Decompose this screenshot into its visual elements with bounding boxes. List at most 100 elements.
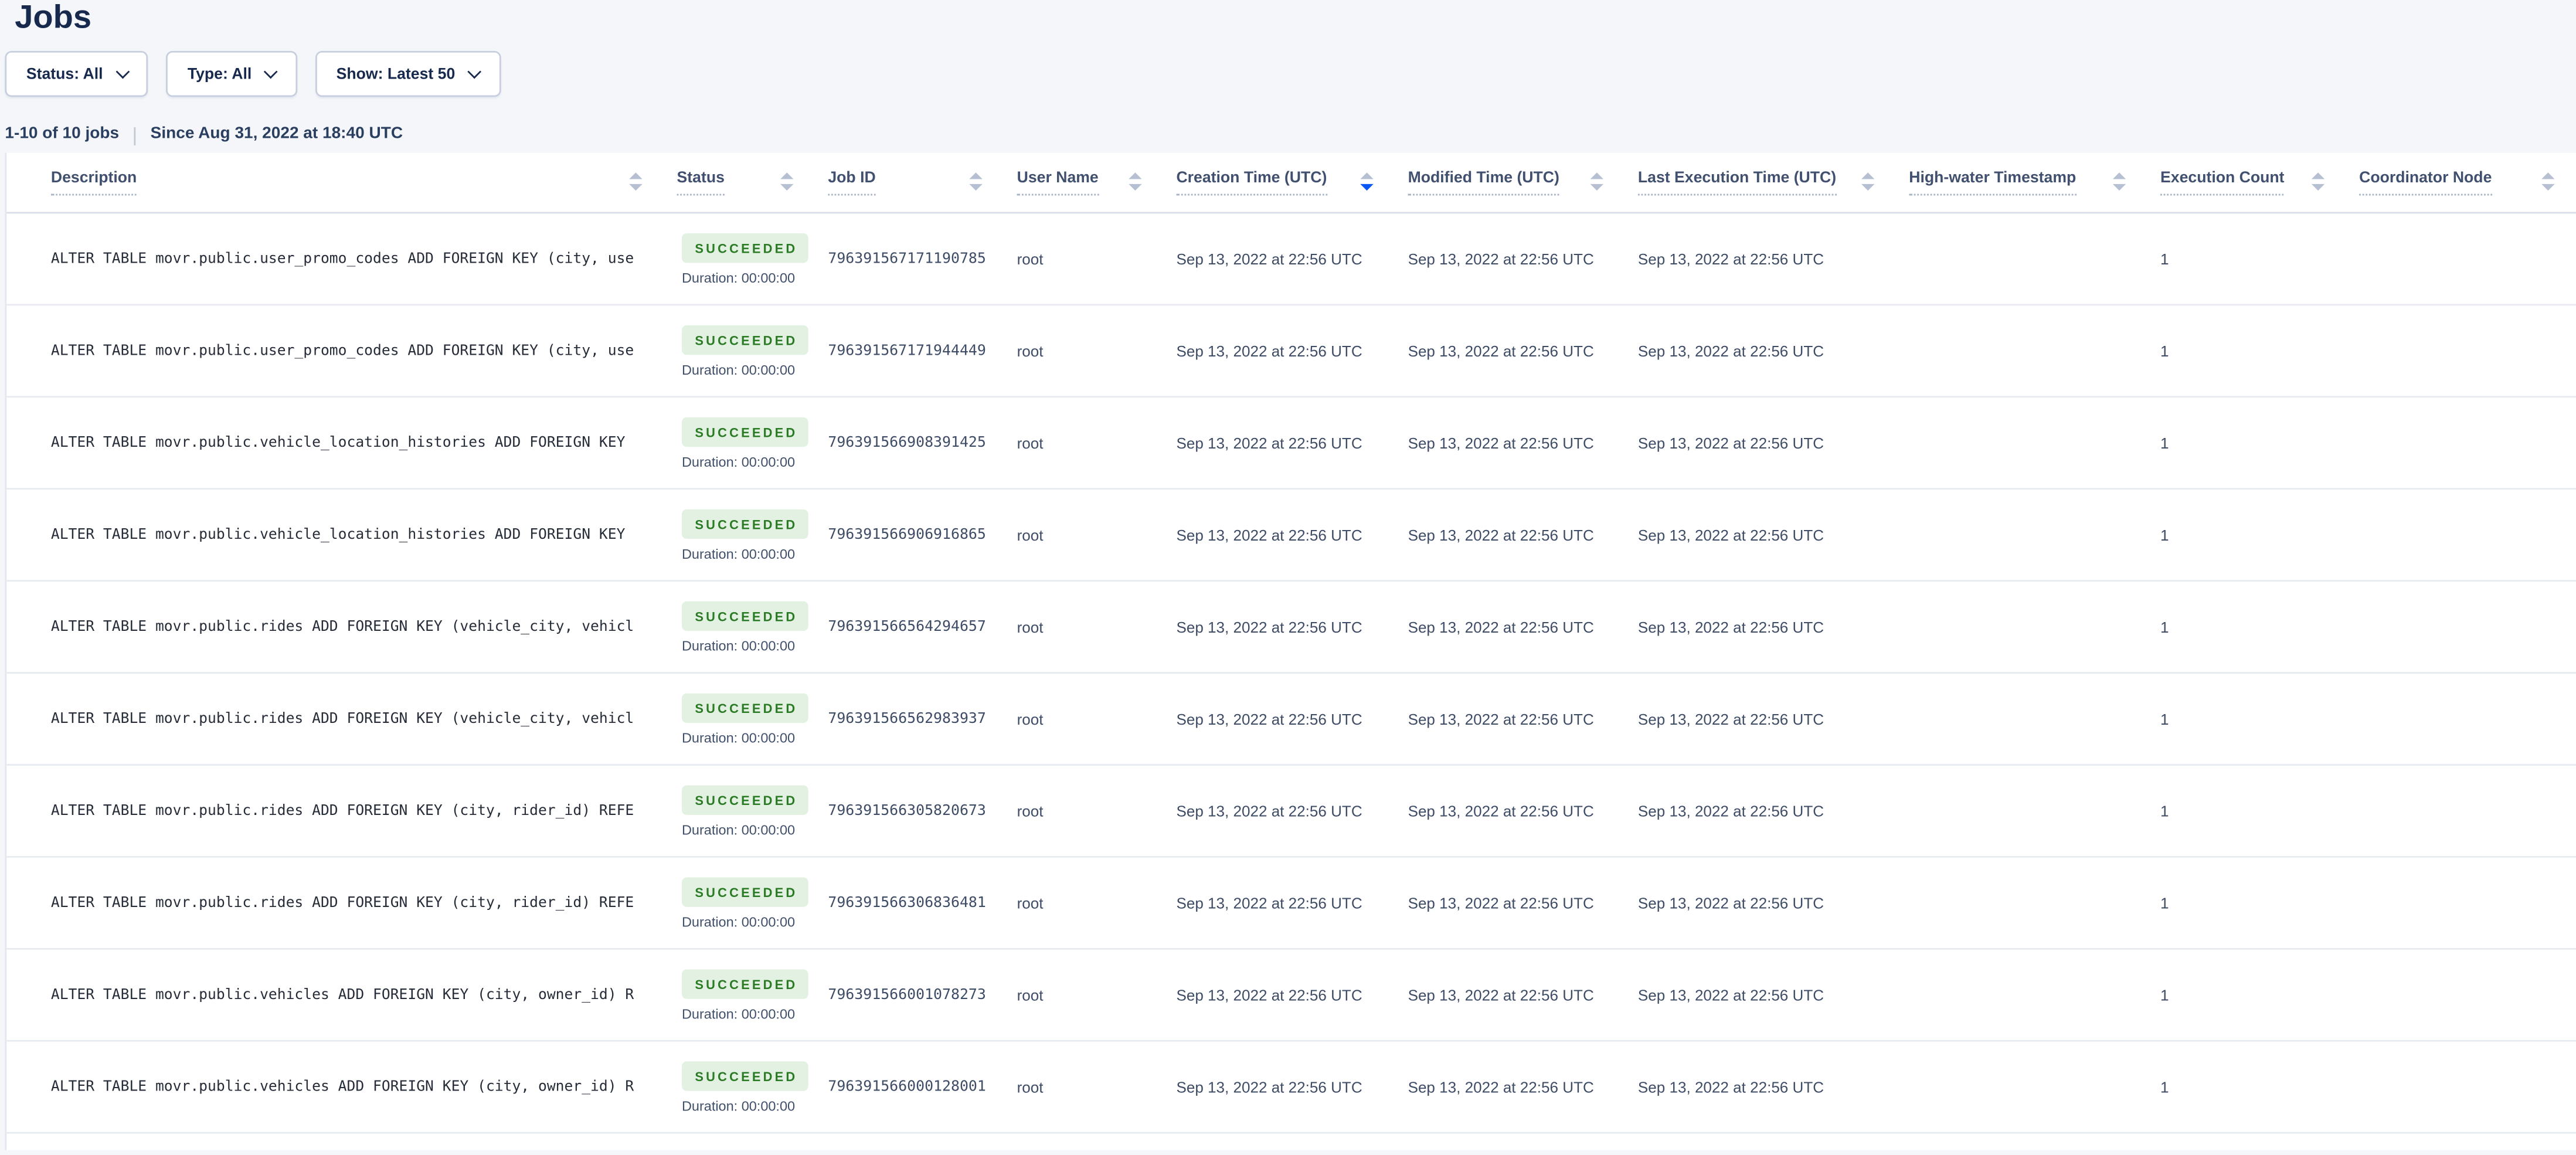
table-row[interactable]: ALTER TABLE movr.public.vehicles ADD FOR… bbox=[6, 950, 2576, 1042]
table-row[interactable]: ALTER TABLE movr.public.vehicle_location… bbox=[6, 398, 2576, 490]
table-row[interactable]: ALTER TABLE movr.public.user_promo_codes… bbox=[6, 305, 2576, 398]
column-header-high-water-timestamp[interactable]: High-water Timestamp bbox=[1904, 153, 2156, 212]
sort-asc-icon bbox=[629, 172, 642, 179]
sort-icons[interactable] bbox=[969, 172, 982, 191]
sort-desc-icon bbox=[1591, 184, 1603, 191]
execution-count-cell: 1 bbox=[2156, 342, 2354, 359]
jobs-page: Jobs Status: All Type: All Show: Latest … bbox=[0, 0, 2576, 1155]
sort-icons[interactable] bbox=[2312, 172, 2324, 191]
user-name-cell: root bbox=[1012, 895, 1171, 911]
column-header-modified-time[interactable]: Modified Time (UTC) bbox=[1403, 153, 1633, 212]
user-name-cell: root bbox=[1012, 711, 1171, 727]
user-name-cell: root bbox=[1012, 1079, 1171, 1095]
results-summary: 1-10 of 10 jobs | Since Aug 31, 2022 at … bbox=[5, 125, 2576, 143]
column-header-coordinator-node[interactable]: Coordinator Node bbox=[2354, 153, 2576, 212]
creation-time-cell: Sep 13, 2022 at 22:56 UTC bbox=[1171, 434, 1403, 451]
sort-asc-icon bbox=[1129, 172, 1141, 179]
filter-bar: Status: All Type: All Show: Latest 50 bbox=[5, 51, 2576, 97]
job-status-cell: SUCCEEDED Duration: 00:00:00 bbox=[672, 969, 823, 1021]
job-description-cell: ALTER TABLE movr.public.user_promo_codes… bbox=[6, 250, 672, 268]
status-duration: Duration: 00:00:00 bbox=[682, 913, 823, 929]
status-badge: SUCCEEDED bbox=[682, 508, 809, 538]
table-row[interactable]: ALTER TABLE movr.public.vehicle_location… bbox=[6, 490, 2576, 582]
jobs-table-body: ALTER TABLE movr.public.user_promo_codes… bbox=[6, 213, 2576, 1133]
user-name-cell: root bbox=[1012, 250, 1171, 267]
execution-count-cell: 1 bbox=[2156, 250, 2354, 267]
sort-desc-icon bbox=[2541, 184, 2554, 191]
column-header-description[interactable]: Description bbox=[6, 153, 672, 212]
sort-asc-icon bbox=[2541, 172, 2554, 179]
summary-separator: | bbox=[132, 125, 137, 142]
execution-count-cell: 1 bbox=[2156, 711, 2354, 727]
job-description: ALTER TABLE movr.public.user_promo_codes… bbox=[51, 252, 634, 268]
table-row[interactable]: ALTER TABLE movr.public.rides ADD FOREIG… bbox=[6, 766, 2576, 858]
last-execution-time-cell: Sep 13, 2022 at 22:56 UTC bbox=[1633, 434, 1904, 451]
sort-desc-icon bbox=[780, 184, 793, 191]
status-duration: Duration: 00:00:00 bbox=[682, 637, 823, 653]
sort-icons[interactable] bbox=[2113, 172, 2126, 191]
sort-icons[interactable] bbox=[1360, 172, 1373, 191]
modified-time-cell: Sep 13, 2022 at 22:56 UTC bbox=[1403, 526, 1633, 543]
job-status-cell: SUCCEEDED Duration: 00:00:00 bbox=[672, 692, 823, 745]
column-header-user-name[interactable]: User Name bbox=[1012, 153, 1171, 212]
last-execution-time-cell: Sep 13, 2022 at 22:56 UTC bbox=[1633, 895, 1904, 911]
status-filter-label: Status: All bbox=[26, 65, 103, 83]
execution-count-cell: 1 bbox=[2156, 619, 2354, 635]
status-badge: SUCCEEDED bbox=[682, 969, 809, 998]
last-execution-time-cell: Sep 13, 2022 at 22:56 UTC bbox=[1633, 619, 1904, 635]
show-filter-dropdown[interactable]: Show: Latest 50 bbox=[315, 51, 500, 97]
column-header-last-execution-time[interactable]: Last Execution Time (UTC) bbox=[1633, 153, 1904, 212]
last-execution-time-cell: Sep 13, 2022 at 22:56 UTC bbox=[1633, 1079, 1904, 1095]
column-header-creation-time[interactable]: Creation Time (UTC) bbox=[1171, 153, 1403, 212]
modified-time-cell: Sep 13, 2022 at 22:56 UTC bbox=[1403, 434, 1633, 451]
column-header-status[interactable]: Status bbox=[672, 153, 823, 212]
sort-icons[interactable] bbox=[629, 172, 642, 191]
job-status-cell: SUCCEEDED Duration: 00:00:00 bbox=[672, 233, 823, 286]
last-execution-time-cell: Sep 13, 2022 at 22:56 UTC bbox=[1633, 526, 1904, 543]
show-filter-label: Show: Latest 50 bbox=[337, 65, 456, 83]
job-id-cell: 796391567171944449 bbox=[823, 342, 1012, 359]
user-name-cell: root bbox=[1012, 803, 1171, 819]
status-duration: Duration: 00:00:00 bbox=[682, 821, 823, 837]
status-duration: Duration: 00:00:00 bbox=[682, 1005, 823, 1021]
status-badge: SUCCEEDED bbox=[682, 784, 809, 814]
sort-desc-icon bbox=[1129, 184, 1141, 191]
table-row[interactable]: ALTER TABLE movr.public.vehicles ADD FOR… bbox=[6, 1042, 2576, 1134]
creation-time-cell: Sep 13, 2022 at 22:56 UTC bbox=[1171, 987, 1403, 1003]
type-filter-dropdown[interactable]: Type: All bbox=[166, 51, 297, 97]
table-row[interactable]: ALTER TABLE movr.public.rides ADD FOREIG… bbox=[6, 858, 2576, 950]
sort-asc-icon bbox=[2312, 172, 2324, 179]
job-description-cell: ALTER TABLE movr.public.vehicle_location… bbox=[6, 434, 672, 452]
status-badge: SUCCEEDED bbox=[682, 692, 809, 722]
table-row[interactable]: ALTER TABLE movr.public.rides ADD FOREIG… bbox=[6, 674, 2576, 766]
results-since: Since Aug 31, 2022 at 18:40 UTC bbox=[151, 125, 403, 143]
sort-icons[interactable] bbox=[1129, 172, 1141, 191]
creation-time-cell: Sep 13, 2022 at 22:56 UTC bbox=[1171, 1079, 1403, 1095]
job-description-cell: ALTER TABLE movr.public.user_promo_codes… bbox=[6, 342, 672, 360]
column-header-execution-count[interactable]: Execution Count bbox=[2156, 153, 2354, 212]
page-title: Jobs bbox=[15, 0, 2576, 36]
sort-desc-icon bbox=[2113, 184, 2126, 191]
table-row[interactable]: ALTER TABLE movr.public.user_promo_codes… bbox=[6, 213, 2576, 305]
chevron-down-icon bbox=[264, 65, 277, 78]
column-header-job-id[interactable]: Job ID bbox=[823, 153, 1012, 212]
sort-icons[interactable] bbox=[780, 172, 793, 191]
modified-time-cell: Sep 13, 2022 at 22:56 UTC bbox=[1403, 250, 1633, 267]
sort-icons[interactable] bbox=[2541, 172, 2554, 191]
user-name-cell: root bbox=[1012, 619, 1171, 635]
job-status-cell: SUCCEEDED Duration: 00:00:00 bbox=[672, 600, 823, 653]
modified-time-cell: Sep 13, 2022 at 22:56 UTC bbox=[1403, 987, 1633, 1003]
modified-time-cell: Sep 13, 2022 at 22:56 UTC bbox=[1403, 803, 1633, 819]
creation-time-cell: Sep 13, 2022 at 22:56 UTC bbox=[1171, 342, 1403, 359]
job-id-cell: 796391566562983937 bbox=[823, 711, 1012, 727]
creation-time-cell: Sep 13, 2022 at 22:56 UTC bbox=[1171, 803, 1403, 819]
sort-icons[interactable] bbox=[1591, 172, 1603, 191]
sort-asc-icon bbox=[969, 172, 982, 179]
status-duration: Duration: 00:00:00 bbox=[682, 545, 823, 561]
modified-time-cell: Sep 13, 2022 at 22:56 UTC bbox=[1403, 619, 1633, 635]
status-filter-dropdown[interactable]: Status: All bbox=[5, 51, 148, 97]
sort-icons[interactable] bbox=[1861, 172, 1874, 191]
execution-count-cell: 1 bbox=[2156, 434, 2354, 451]
table-row[interactable]: ALTER TABLE movr.public.rides ADD FOREIG… bbox=[6, 582, 2576, 674]
job-status-cell: SUCCEEDED Duration: 00:00:00 bbox=[672, 324, 823, 377]
